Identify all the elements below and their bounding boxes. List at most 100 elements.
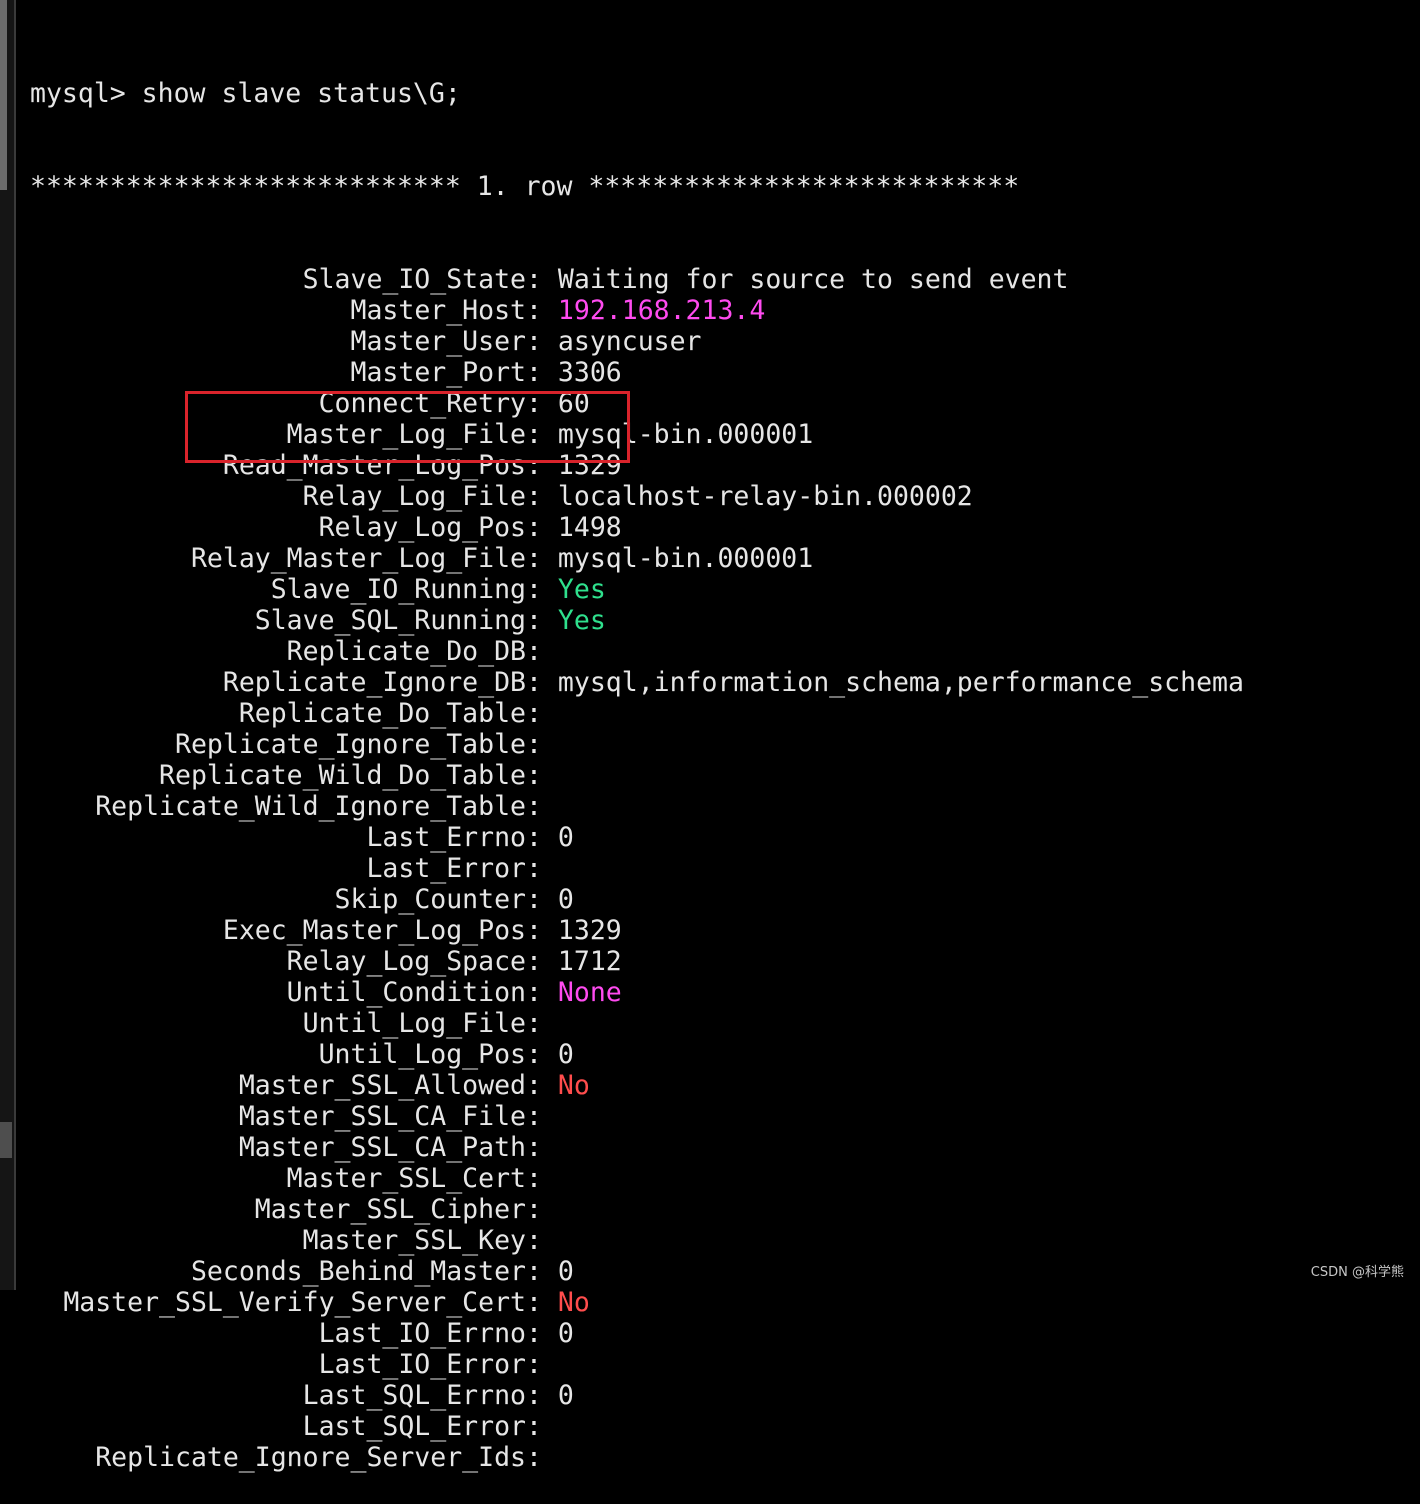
status-field-row-slave-sql-running: Slave_SQL_Running: Yes <box>30 605 1244 636</box>
field-separator: : <box>526 1101 558 1132</box>
field-key: Relay_Log_Pos <box>318 512 526 543</box>
watermark: CSDN @科学熊 <box>1310 1265 1404 1280</box>
field-value: mysql-bin.000001 <box>557 419 814 450</box>
field-separator: : <box>526 1225 558 1256</box>
field-value: 60 <box>557 388 590 419</box>
left-gutter <box>0 0 14 1290</box>
field-separator: : <box>526 915 558 946</box>
status-field-row-master-ssl-ca-file: Master_SSL_CA_File: <box>30 1101 1244 1132</box>
field-separator: : <box>526 822 558 853</box>
field-key: Master_Port <box>350 357 527 388</box>
field-key: Skip_Counter <box>334 884 526 915</box>
field-value: 0 <box>557 1039 574 1070</box>
field-key: Seconds_Behind_Master <box>190 1256 526 1287</box>
field-separator: : <box>526 543 558 574</box>
status-field-row-replicate-wild-do-table: Replicate_Wild_Do_Table: <box>30 760 1244 791</box>
status-field-row-slave-io-running: Slave_IO_Running: Yes <box>30 574 1244 605</box>
field-key: Last_IO_Errno <box>318 1318 526 1349</box>
status-field-row-until-log-file: Until_Log_File: <box>30 1008 1244 1039</box>
field-key: Slave_IO_Running <box>270 574 526 605</box>
status-field-row-relay-log-pos: Relay_Log_Pos: 1498 <box>30 512 1244 543</box>
field-separator: : <box>526 512 558 543</box>
status-field-row-skip-counter: Skip_Counter: 0 <box>30 884 1244 915</box>
field-key: Master_Log_File <box>286 419 526 450</box>
field-key: Master_SSL_CA_Path <box>238 1132 526 1163</box>
field-separator: : <box>526 729 558 760</box>
field-separator: : <box>526 698 558 729</box>
field-key: Relay_Master_Log_File <box>190 543 526 574</box>
status-field-row-master-ssl-ca-path: Master_SSL_CA_Path: <box>30 1132 1244 1163</box>
field-separator: : <box>526 1163 558 1194</box>
field-value: 1712 <box>557 946 622 977</box>
field-key: Master_SSL_Allowed <box>238 1070 526 1101</box>
scrollbar-thumb[interactable] <box>0 0 7 190</box>
field-separator: : <box>526 1380 558 1411</box>
field-separator: : <box>526 1070 558 1101</box>
field-value: Yes <box>557 574 606 605</box>
field-key: Relay_Log_File <box>302 481 526 512</box>
status-field-row-slave-io-state: Slave_IO_State: Waiting for source to se… <box>30 264 1244 295</box>
status-field-row-master-host: Master_Host: 192.168.213.4 <box>30 295 1244 326</box>
field-value: 192.168.213.4 <box>557 295 766 326</box>
status-field-row-exec-master-log-pos: Exec_Master_Log_Pos: 1329 <box>30 915 1244 946</box>
field-value: None <box>557 977 622 1008</box>
status-field-row-master-log-file: Master_Log_File: mysql-bin.000001 <box>30 419 1244 450</box>
status-field-row-until-log-pos: Until_Log_Pos: 0 <box>30 1039 1244 1070</box>
field-key: Replicate_Wild_Ignore_Table <box>95 791 526 822</box>
field-key: Master_SSL_Cipher <box>254 1194 526 1225</box>
field-separator: : <box>526 264 558 295</box>
status-field-row-replicate-ignore-db: Replicate_Ignore_DB: mysql,information_s… <box>30 667 1244 698</box>
field-separator: : <box>526 1287 558 1318</box>
field-separator: : <box>526 1039 558 1070</box>
field-separator: : <box>526 946 558 977</box>
field-separator: : <box>526 1256 558 1287</box>
field-key: Connect_Retry <box>318 388 526 419</box>
status-field-row-last-sql-error: Last_SQL_Error: <box>30 1411 1244 1442</box>
field-separator: : <box>526 388 558 419</box>
scrollbar-marker[interactable] <box>0 1122 12 1158</box>
field-separator: : <box>526 1008 558 1039</box>
field-key: Master_SSL_Cert <box>286 1163 526 1194</box>
field-separator: : <box>526 326 558 357</box>
field-key: Replicate_Ignore_DB <box>222 667 526 698</box>
field-value: 1329 <box>557 915 622 946</box>
field-key: Master_User <box>350 326 527 357</box>
status-field-row-replicate-ignore-table: Replicate_Ignore_Table: <box>30 729 1244 760</box>
field-value: Yes <box>557 605 606 636</box>
field-value: 0 <box>557 1380 574 1411</box>
field-separator: : <box>526 636 558 667</box>
field-key: Exec_Master_Log_Pos <box>222 915 526 946</box>
status-field-row-replicate-ignore-server-ids: Replicate_Ignore_Server_Ids: <box>30 1442 1244 1473</box>
status-field-row-relay-log-space: Relay_Log_Space: 1712 <box>30 946 1244 977</box>
field-value: No <box>557 1070 590 1101</box>
window-border <box>14 0 16 1290</box>
field-key: Until_Log_File <box>302 1008 526 1039</box>
field-key: Replicate_Wild_Do_Table <box>159 760 526 791</box>
field-separator: : <box>526 1442 558 1473</box>
status-field-row-read-master-log-pos: Read_Master_Log_Pos: 1329 <box>30 450 1244 481</box>
status-field-row-master-ssl-verify-server-cert: Master_SSL_Verify_Server_Cert: No <box>30 1287 1244 1318</box>
field-separator: : <box>526 1194 558 1225</box>
status-field-row-master-port: Master_Port: 3306 <box>30 357 1244 388</box>
status-field-row-master-ssl-allowed: Master_SSL_Allowed: No <box>30 1070 1244 1101</box>
field-separator: : <box>526 667 558 698</box>
status-field-row-replicate-do-table: Replicate_Do_Table: <box>30 698 1244 729</box>
field-separator: : <box>526 295 558 326</box>
field-value: No <box>557 1287 590 1318</box>
terminal-output[interactable]: mysql> show slave status\G; ************… <box>30 16 1244 1504</box>
field-separator: : <box>526 853 558 884</box>
status-field-row-connect-retry: Connect_Retry: 60 <box>30 388 1244 419</box>
status-field-row-relay-log-file: Relay_Log_File: localhost-relay-bin.0000… <box>30 481 1244 512</box>
status-field-row-last-io-error: Last_IO_Error: <box>30 1349 1244 1380</box>
row-separator-line: *************************** 1. row *****… <box>30 171 1020 202</box>
field-separator: : <box>526 357 558 388</box>
status-field-row-last-error: Last_Error: <box>30 853 1244 884</box>
field-separator: : <box>526 605 558 636</box>
field-separator: : <box>526 1132 558 1163</box>
field-value: asyncuser <box>557 326 702 357</box>
status-field-row-relay-master-log-file: Relay_Master_Log_File: mysql-bin.000001 <box>30 543 1244 574</box>
status-field-row-master-ssl-cert: Master_SSL_Cert: <box>30 1163 1244 1194</box>
field-value: 0 <box>557 822 574 853</box>
field-key: Master_SSL_Key <box>302 1225 526 1256</box>
field-value: 0 <box>557 1318 574 1349</box>
